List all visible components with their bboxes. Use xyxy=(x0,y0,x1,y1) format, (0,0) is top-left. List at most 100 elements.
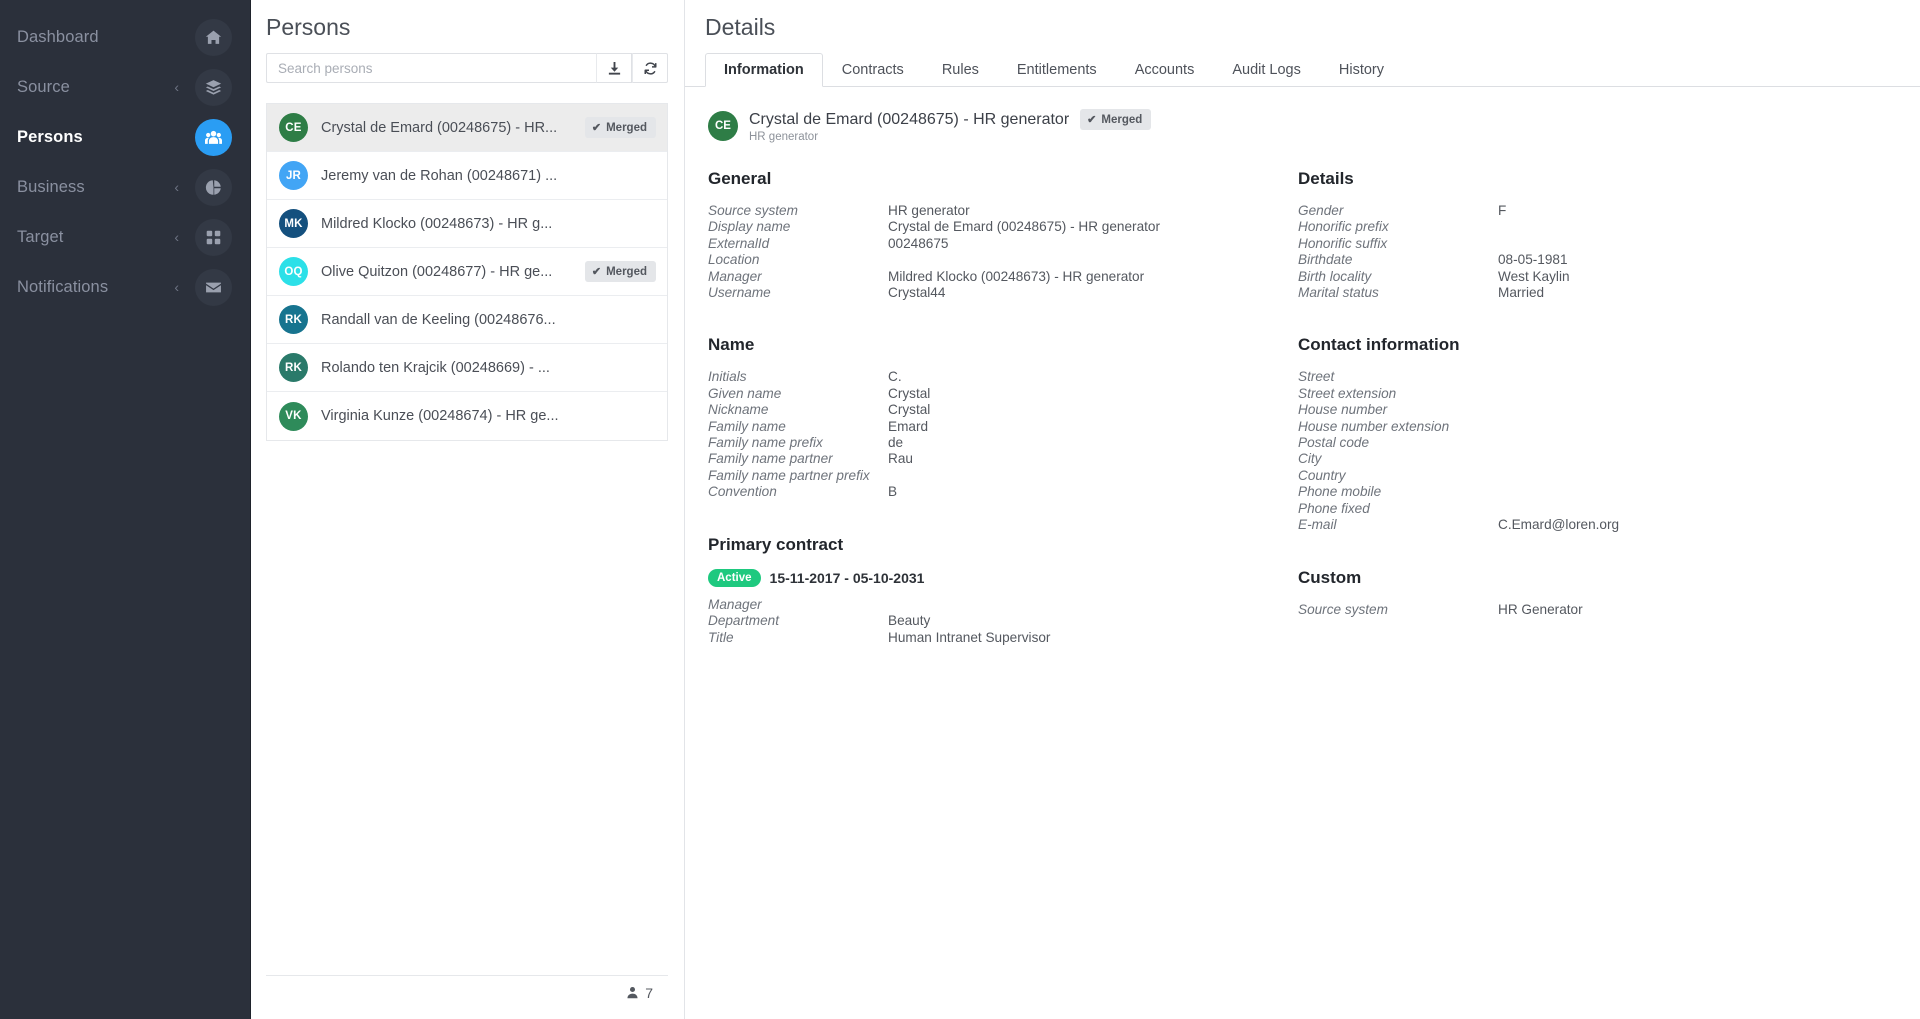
tab-entitlements[interactable]: Entitlements xyxy=(998,53,1116,87)
field-row: Postal code xyxy=(1298,435,1858,451)
list-item[interactable]: RK Rolando ten Krajcik (00248669) - ... xyxy=(267,344,667,392)
chevron-left-icon[interactable]: ‹ xyxy=(174,230,179,244)
field-value: Human Intranet Supervisor xyxy=(888,629,1051,645)
sidebar-item-label: Notifications xyxy=(17,277,109,296)
avatar: CE xyxy=(279,113,308,142)
sidebar-item-dashboard[interactable]: Dashboard xyxy=(0,12,250,62)
tab-audit-logs[interactable]: Audit Logs xyxy=(1213,53,1320,87)
section-primary-contract: Primary contract Active 15-11-2017 - 05-… xyxy=(708,535,1298,646)
field-value: C.Emard@loren.org xyxy=(1498,517,1620,533)
field-label: Manager xyxy=(708,268,762,284)
section-custom: Custom Source system HR Generator xyxy=(1298,568,1858,618)
field-label: Manager xyxy=(708,596,762,612)
field-label: Gender xyxy=(1298,203,1344,218)
field-label: Source system xyxy=(708,203,798,218)
check-icon: ✔ xyxy=(1087,114,1097,126)
search-row xyxy=(251,53,684,83)
list-item[interactable]: RK Randall van de Keeling (00248676... xyxy=(267,296,667,344)
list-item-label: Mildred Klocko (00248673) - HR g... xyxy=(321,215,553,232)
field-label: Family name prefix xyxy=(708,435,823,451)
list-item[interactable]: CE Crystal de Emard (00248675) - HR... ✔ Me… xyxy=(267,104,667,152)
field-row: Department Beauty xyxy=(708,613,1298,629)
field-row: Phone mobile xyxy=(1298,484,1858,500)
page-title: Persons xyxy=(266,14,351,40)
tab-contracts[interactable]: Contracts xyxy=(823,53,923,87)
field-label: Postal code xyxy=(1298,435,1370,451)
field-label: E-mail xyxy=(1298,517,1337,533)
field-value: West Kaylin xyxy=(1498,268,1570,284)
field-label: Family name xyxy=(708,418,786,434)
merged-badge-label: Merged xyxy=(606,121,647,134)
refresh-button[interactable] xyxy=(632,53,668,83)
field-value: C. xyxy=(888,369,902,385)
list-item[interactable]: JR Jeremy van de Rohan (00248671) ... xyxy=(267,152,667,200)
field-value: Crystal xyxy=(888,385,931,401)
sidebar-item-target[interactable]: Target ‹ xyxy=(0,212,250,262)
grid-icon xyxy=(195,218,232,256)
field-row: Street xyxy=(1298,369,1858,385)
search-input[interactable] xyxy=(266,53,596,83)
entity-text: Crystal de Emard (00248675) - HR generat… xyxy=(749,109,1152,143)
field-value: 00248675 xyxy=(888,235,949,251)
field-label: Display name xyxy=(708,219,791,235)
list-item[interactable]: OQ Olive Quitzon (00248677) - HR ge... ✔ Me… xyxy=(267,248,667,296)
tab-information[interactable]: Information xyxy=(705,53,823,87)
sidebar-item-business[interactable]: Business ‹ xyxy=(0,162,250,212)
field-label: Birthdate xyxy=(1298,252,1353,268)
field-value: Mildred Klocko (00248673) - HR generator xyxy=(888,268,1145,284)
tab-history[interactable]: History xyxy=(1320,53,1403,87)
field-value: HR generator xyxy=(888,203,970,218)
details-body: CE Crystal de Emard (00248675) - HR gene… xyxy=(685,87,1920,1019)
field-label: Birth locality xyxy=(1298,268,1372,284)
details-column-right: Details Gender F Honorific prefix Honorific… xyxy=(1298,169,1858,680)
name-fields: Initials C. Given name Crystal Nickname Cryst… xyxy=(708,369,1298,500)
list-item-label: Jeremy van de Rohan (00248671) ... xyxy=(321,167,558,184)
download-button[interactable] xyxy=(596,53,632,83)
chevron-left-icon[interactable]: ‹ xyxy=(174,180,179,194)
field-row: Convention B xyxy=(708,484,1298,500)
sidebar-item-source[interactable]: Source ‹ xyxy=(0,62,250,112)
field-label: Location xyxy=(708,252,760,268)
field-row: House number extension xyxy=(1298,419,1858,435)
sidebar-item-persons[interactable]: Persons xyxy=(0,112,250,162)
field-label: City xyxy=(1298,451,1322,467)
field-value: Crystal de Emard (00248675) - HR generat… xyxy=(888,219,1161,235)
field-label: ExternalId xyxy=(708,235,770,251)
contact-fields: Street Street extension House number House … xyxy=(1298,369,1858,533)
field-label: Marital status xyxy=(1298,285,1379,301)
persons-list-panel: Persons CE Crystal de Emard (00248675) - … xyxy=(251,0,685,1019)
field-row: Phone fixed xyxy=(1298,501,1858,517)
field-label: Department xyxy=(708,613,780,629)
field-row: Gender F xyxy=(1298,203,1858,219)
sidebar: Dashboard Source ‹ Persons Business ‹ Target ‹ N… xyxy=(0,0,251,1019)
entity-title-row: Crystal de Emard (00248675) - HR generat… xyxy=(749,109,1152,130)
tab-accounts[interactable]: Accounts xyxy=(1116,53,1214,87)
avatar: RK xyxy=(279,305,308,334)
field-label: Convention xyxy=(708,484,777,500)
field-label: Family name partner prefix xyxy=(708,467,870,483)
sidebar-item-label: Business xyxy=(17,177,85,196)
list-item[interactable]: MK Mildred Klocko (00248673) - HR g... xyxy=(267,200,667,248)
field-row: Source system HR Generator xyxy=(1298,602,1858,618)
field-row: Family name partner prefix xyxy=(708,468,1298,484)
chevron-left-icon[interactable]: ‹ xyxy=(174,80,179,94)
sidebar-item-label: Dashboard xyxy=(17,27,99,46)
field-row: Birthdate 08-05-1981 xyxy=(1298,252,1858,268)
field-label: Street xyxy=(1298,369,1335,385)
field-row: Location xyxy=(708,252,1298,268)
details-column-left: General Source system HR generator Display… xyxy=(708,169,1298,680)
avatar: VK xyxy=(279,401,308,431)
status-badge-label: Merged xyxy=(1101,113,1143,126)
section-name: Name Initials C. Given name Crystal Nickname… xyxy=(708,335,1298,500)
field-row: House number xyxy=(1298,402,1858,418)
details-title: Details xyxy=(705,14,776,40)
details-columns: General Source system HR generator Display… xyxy=(685,169,1920,680)
general-fields: Source system HR generator Display name Cry… xyxy=(708,203,1298,301)
field-row: Family name prefix de xyxy=(708,435,1298,451)
list-item[interactable]: VK Virginia Kunze (00248674) - HR ge... xyxy=(267,392,667,440)
sidebar-item-notifications[interactable]: Notifications ‹ xyxy=(0,262,250,312)
chevron-left-icon[interactable]: ‹ xyxy=(174,280,179,294)
list-item-label: Olive Quitzon (00248677) - HR ge... xyxy=(321,263,553,280)
tab-rules[interactable]: Rules xyxy=(923,53,998,87)
status-badge: ✔ Merged xyxy=(1080,109,1152,130)
